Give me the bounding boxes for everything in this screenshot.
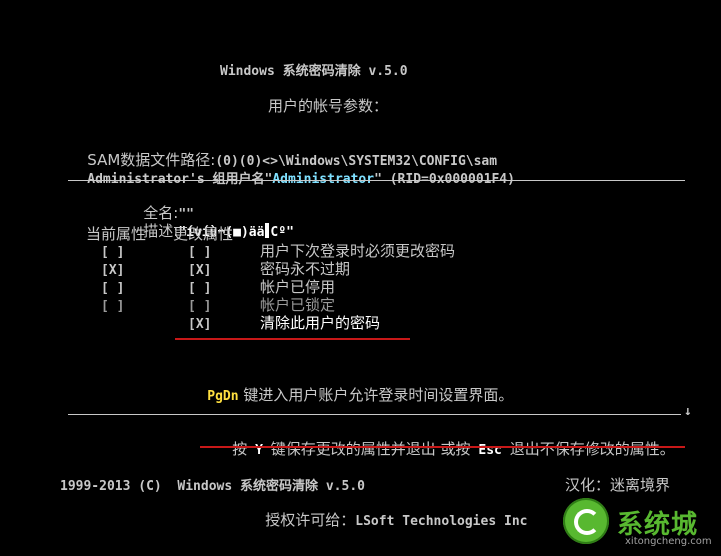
account-row: Administrator's 组用户名"Administrator" (RID… <box>68 154 515 186</box>
text-cursor <box>265 223 270 238</box>
section-title: 用户的帐号参数： <box>268 97 389 115</box>
pgdn-text: 键进入用户账户允许登录时间设置界面。 <box>243 386 514 404</box>
current-checkbox-disabled: [ ] <box>101 281 125 296</box>
app-title: Windows 系统密码清除 v.5.0 <box>220 64 408 79</box>
change-checkbox-locked[interactable]: [ ] <box>188 300 211 313</box>
license-value: LSoft Technologies Inc <box>355 514 528 529</box>
attr-label-locked: 帐户已锁定 <box>260 296 336 314</box>
red-underline-clear-password <box>175 338 410 340</box>
change-checkbox-never-expires[interactable]: [X] <box>188 264 211 277</box>
change-checkbox-disabled[interactable]: [ ] <box>188 282 211 295</box>
attr-label-never-expires: 密码永不过期 <box>260 260 351 278</box>
esc-text: 退出不保存修改的属性。 <box>509 440 675 458</box>
current-checkbox-never-expires: [X] <box>101 263 125 278</box>
attr-label-must-change: 用户下次登录时必须更改密码 <box>260 242 456 260</box>
press-label: 按 <box>232 440 248 458</box>
scroll-down-arrow: ↓ <box>684 404 692 419</box>
description-value-tail[interactable]: Cº" <box>270 225 293 240</box>
site-logo: 系统城 xitongcheng.com <box>563 496 713 550</box>
change-attributes-header: 更改属性 <box>173 225 234 243</box>
red-underline-instructions <box>200 446 685 448</box>
localized-by: 汉化：迷离境界 <box>565 476 671 494</box>
logo-power-icon <box>563 498 609 544</box>
save-text: 键保存更改的属性并退出 或按 <box>270 440 471 458</box>
logo-url: xitongcheng.com <box>625 536 712 547</box>
attr-label-disabled: 帐户已停用 <box>260 278 336 296</box>
license-row: 授权许可给：LSoft Technologies Inc <box>246 496 528 529</box>
pgdn-key[interactable]: PgDn <box>207 389 238 404</box>
copyright-line: 1999-2013 (C) Windows 系统密码清除 v.5.0 <box>60 479 365 494</box>
attr-label-clear-password: 清除此用户的密码 <box>260 314 381 332</box>
current-checkbox-must-change: [ ] <box>101 245 125 260</box>
current-attributes-header: 当前属性 <box>86 225 147 243</box>
current-checkbox-locked: [ ] <box>101 299 125 314</box>
save-exit-instructions: 按 Y 键保存更改的属性并退出 或按 Esc 退出不保存修改的属性。 <box>213 425 675 458</box>
license-label: 授权许可给： <box>265 511 356 529</box>
change-checkbox-must-change[interactable]: [ ] <box>188 246 211 259</box>
bottom-separator <box>68 414 681 415</box>
change-checkbox-clear-password[interactable]: [X] <box>188 318 211 331</box>
pgdn-hint: PgDn 键进入用户账户允许登录时间设置界面。 <box>188 371 514 404</box>
top-separator <box>68 180 685 181</box>
